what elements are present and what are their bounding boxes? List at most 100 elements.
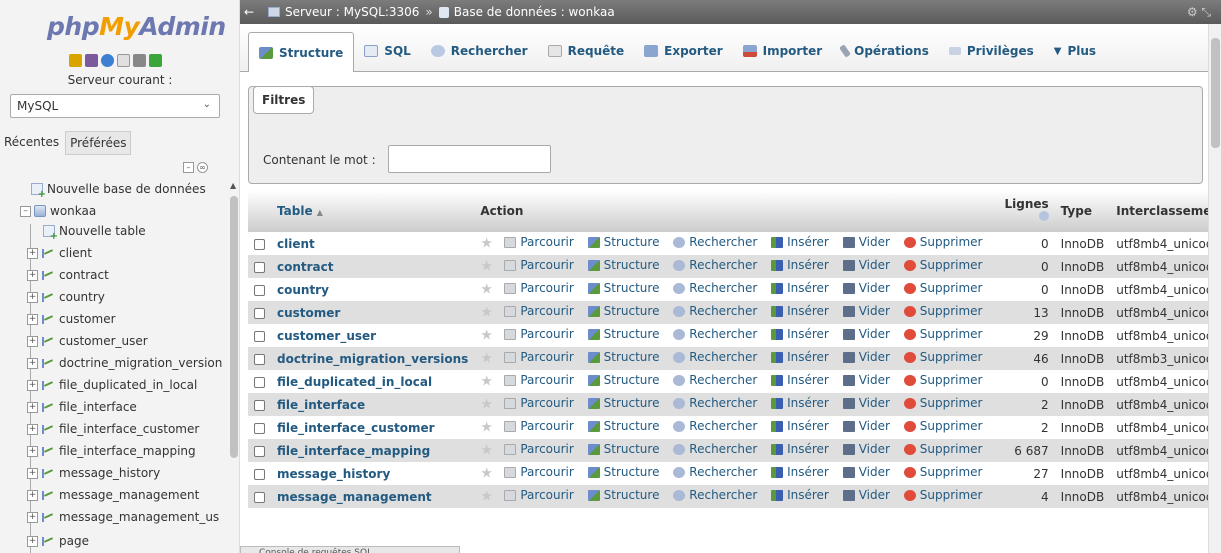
structure-action[interactable]: Structure <box>587 304 659 318</box>
tab-search[interactable]: Rechercher <box>421 33 538 69</box>
favorite-star-icon[interactable]: ★ <box>480 351 493 367</box>
search-action[interactable]: Rechercher <box>673 350 757 364</box>
tree-table-item[interactable]: + customer_user <box>27 330 148 352</box>
browse-action[interactable]: Parcourir <box>504 281 574 295</box>
drop-action[interactable]: Supprimer <box>903 327 982 341</box>
favorite-star-icon[interactable]: ★ <box>480 443 493 459</box>
collapse-icon[interactable]: – <box>20 205 31 217</box>
tree-table-item[interactable]: + client <box>27 242 92 264</box>
row-checkbox[interactable] <box>254 330 265 342</box>
table-name-link[interactable]: file_duplicated_in_local <box>277 375 432 389</box>
row-checkbox[interactable] <box>254 468 265 480</box>
insert-action[interactable]: Insérer <box>771 419 829 433</box>
table-name-link[interactable]: customer <box>277 306 340 320</box>
row-checkbox[interactable] <box>254 284 265 296</box>
browse-action[interactable]: Parcourir <box>504 419 574 433</box>
tab-privileges[interactable]: Privilèges <box>939 33 1044 69</box>
expand-icon[interactable]: + <box>27 401 38 413</box>
table-name-link[interactable]: file_interface_customer <box>277 421 435 435</box>
settings-icon[interactable] <box>133 54 146 67</box>
row-checkbox[interactable] <box>254 238 265 250</box>
expand-icon[interactable]: + <box>27 511 38 523</box>
browse-action[interactable]: Parcourir <box>504 488 574 502</box>
drop-action[interactable]: Supprimer <box>903 419 982 433</box>
structure-action[interactable]: Structure <box>587 281 659 295</box>
tab-sql[interactable]: SQL <box>354 33 421 69</box>
table-name-link[interactable]: country <box>277 283 329 297</box>
table-name-link[interactable]: message_management <box>277 490 432 504</box>
tree-table-item[interactable]: + doctrine_migration_version <box>27 352 222 374</box>
empty-action[interactable]: Vider <box>842 327 890 341</box>
empty-action[interactable]: Vider <box>842 419 890 433</box>
expand-icon[interactable]: + <box>27 379 38 391</box>
insert-action[interactable]: Insérer <box>771 304 829 318</box>
drop-action[interactable]: Supprimer <box>903 442 982 456</box>
browse-action[interactable]: Parcourir <box>504 235 574 249</box>
scroll-up-icon[interactable]: ▲ <box>230 181 236 190</box>
empty-action[interactable]: Vider <box>842 235 890 249</box>
structure-action[interactable]: Structure <box>587 396 659 410</box>
structure-action[interactable]: Structure <box>587 488 659 502</box>
empty-action[interactable]: Vider <box>842 258 890 272</box>
drop-action[interactable]: Supprimer <box>903 304 982 318</box>
collapse-all-icon[interactable]: – <box>183 162 194 173</box>
insert-action[interactable]: Insérer <box>771 442 829 456</box>
docs-icon[interactable] <box>117 54 130 67</box>
insert-action[interactable]: Insérer <box>771 396 829 410</box>
insert-action[interactable]: Insérer <box>771 465 829 479</box>
help-icon[interactable] <box>101 54 114 67</box>
favorite-star-icon[interactable]: ★ <box>480 489 493 505</box>
browse-action[interactable]: Parcourir <box>504 304 574 318</box>
drop-action[interactable]: Supprimer <box>903 281 982 295</box>
structure-action[interactable]: Structure <box>587 373 659 387</box>
server-select[interactable]: MySQL ⌄ <box>10 94 220 118</box>
browse-action[interactable]: Parcourir <box>504 350 574 364</box>
tab-recent[interactable]: Récentes <box>0 131 63 155</box>
empty-action[interactable]: Vider <box>842 350 890 364</box>
expand-icon[interactable]: + <box>27 467 38 479</box>
header-rows[interactable]: Lignes <box>998 190 1055 232</box>
tree-item-new-database[interactable]: Nouvelle base de données <box>28 178 206 200</box>
structure-action[interactable]: Structure <box>587 442 659 456</box>
insert-action[interactable]: Insérer <box>771 258 829 272</box>
row-checkbox[interactable] <box>254 422 265 434</box>
drop-action[interactable]: Supprimer <box>903 488 982 502</box>
drop-action[interactable]: Supprimer <box>903 396 982 410</box>
row-checkbox[interactable] <box>254 307 265 319</box>
expand-icon[interactable]: + <box>27 423 38 435</box>
row-checkbox[interactable] <box>254 399 265 411</box>
tree-table-item[interactable]: + customer <box>27 308 116 330</box>
tree-table-item[interactable]: + file_interface_mapping <box>27 440 196 462</box>
favorite-star-icon[interactable]: ★ <box>480 466 493 482</box>
row-checkbox[interactable] <box>254 376 265 388</box>
insert-action[interactable]: Insérer <box>771 350 829 364</box>
tree-table-item[interactable]: + file_interface_customer <box>27 418 199 440</box>
expand-icon[interactable]: + <box>27 313 38 325</box>
tree-table-item[interactable]: + file_interface <box>27 396 137 418</box>
search-action[interactable]: Rechercher <box>673 488 757 502</box>
expand-icon[interactable]: + <box>27 357 38 369</box>
search-action[interactable]: Rechercher <box>673 327 757 341</box>
search-action[interactable]: Rechercher <box>673 258 757 272</box>
search-action[interactable]: Rechercher <box>673 235 757 249</box>
expand-icon[interactable]: + <box>27 445 38 457</box>
table-name-link[interactable]: client <box>277 237 315 251</box>
favorite-star-icon[interactable]: ★ <box>480 282 493 298</box>
table-name-link[interactable]: doctrine_migration_versions <box>277 352 468 366</box>
drop-action[interactable]: Supprimer <box>903 350 982 364</box>
drop-action[interactable]: Supprimer <box>903 235 982 249</box>
search-action[interactable]: Rechercher <box>673 442 757 456</box>
insert-action[interactable]: Insérer <box>771 373 829 387</box>
home-icon[interactable] <box>69 54 82 67</box>
favorite-star-icon[interactable]: ★ <box>480 420 493 436</box>
row-checkbox[interactable] <box>254 353 265 365</box>
row-checkbox[interactable] <box>254 445 265 457</box>
insert-action[interactable]: Insérer <box>771 327 829 341</box>
table-name-link[interactable]: file_interface <box>277 398 365 412</box>
drop-action[interactable]: Supprimer <box>903 258 982 272</box>
expand-icon[interactable]: + <box>27 535 38 547</box>
page-scrollbar[interactable] <box>1208 24 1221 553</box>
filter-input[interactable] <box>388 145 551 173</box>
expand-icon[interactable]: + <box>27 335 38 347</box>
browse-action[interactable]: Parcourir <box>504 373 574 387</box>
